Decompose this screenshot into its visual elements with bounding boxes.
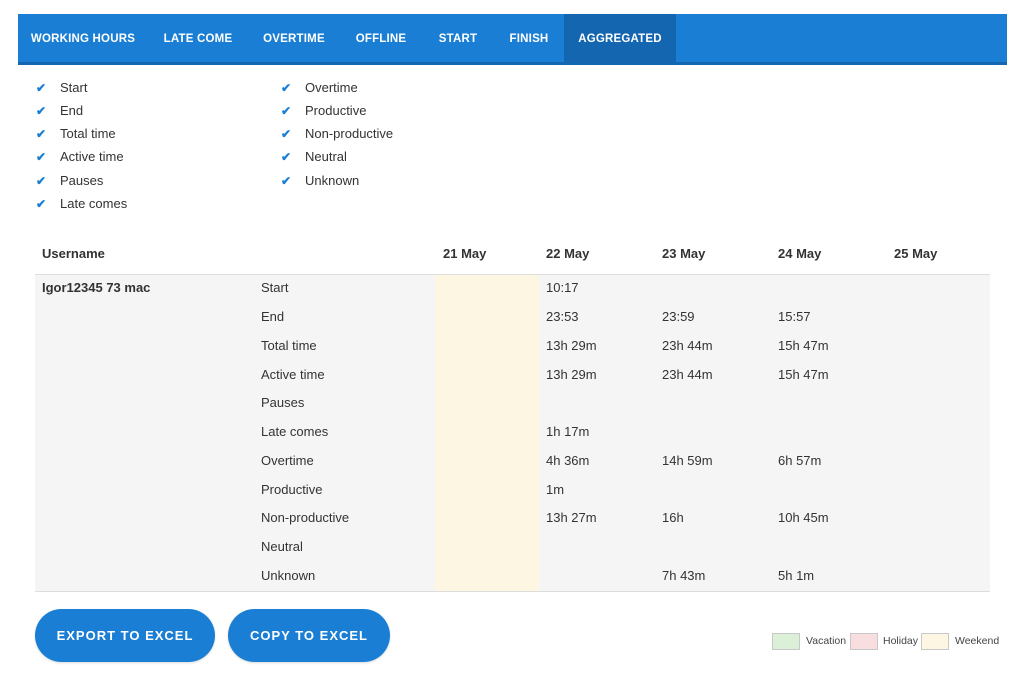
- tab-overtime[interactable]: OVERTIME: [248, 14, 340, 62]
- table-cell: 13h 29m: [546, 367, 597, 382]
- legend-label-holiday: Holiday: [883, 635, 919, 647]
- check-icon: ✔: [281, 174, 292, 188]
- table-cell: 13h 27m: [546, 510, 597, 525]
- filter-label: Productive: [305, 103, 367, 118]
- weekend-column-highlight: [435, 275, 539, 591]
- table-cell: 15h 47m: [778, 338, 829, 353]
- filter-label: Overtime: [305, 80, 358, 95]
- table-cell: 14h 59m: [662, 453, 713, 468]
- table-cell: 23:59: [662, 309, 695, 324]
- column-header-username: Username: [42, 246, 105, 261]
- table-cell: 5h 1m: [778, 568, 815, 583]
- metric-label: Productive: [261, 482, 323, 497]
- check-icon: ✔: [36, 81, 47, 95]
- legend-label-vacation: Vacation: [806, 635, 847, 647]
- filter-label: Pauses: [60, 173, 104, 188]
- metric-label: Overtime: [261, 453, 314, 468]
- table-cell: 23h 44m: [662, 367, 713, 382]
- metric-label: End: [261, 309, 285, 324]
- legend-swatch-vacation: [772, 633, 800, 650]
- check-icon: ✔: [281, 150, 292, 164]
- filter-label: Active time: [60, 149, 124, 164]
- check-icon: ✔: [36, 104, 47, 118]
- filter-label: Non-productive: [305, 126, 394, 141]
- column-header-day: 24 May: [778, 246, 822, 261]
- filter-label: Neutral: [305, 149, 347, 164]
- table-cell: 10:17: [546, 280, 579, 295]
- table-cell: 1h 17m: [546, 424, 590, 439]
- check-icon: ✔: [36, 150, 47, 164]
- column-header-day: 22 May: [546, 246, 590, 261]
- table-cell: 10h 45m: [778, 510, 829, 525]
- tab-finish[interactable]: FINISH: [494, 14, 564, 62]
- report-tabs: WORKING HOURS LATE COME OVERTIME OFFLINE…: [18, 14, 1007, 65]
- check-icon: ✔: [281, 127, 292, 141]
- legend-swatch-holiday: [850, 633, 878, 650]
- report-table-body: Igor12345 73 mac Start End Total time Ac…: [35, 275, 990, 592]
- column-header-day: 23 May: [662, 246, 706, 261]
- metric-label: Start: [261, 280, 289, 295]
- metric-label: Non-productive: [261, 510, 350, 525]
- filter-label: Unknown: [305, 173, 360, 188]
- table-cell: 1m: [546, 482, 565, 497]
- tab-aggregated[interactable]: AGGREGATED: [564, 14, 676, 62]
- filter-label: Total time: [60, 126, 116, 141]
- copy-to-excel-button[interactable]: COPY TO EXCEL: [228, 609, 390, 662]
- column-header-day: 21 May: [443, 246, 487, 261]
- table-cell: 15h 47m: [778, 367, 829, 382]
- table-cell: 7h 43m: [662, 568, 706, 583]
- username-cell: Igor12345 73 mac: [42, 280, 151, 295]
- tab-late-come[interactable]: LATE COME: [148, 14, 248, 62]
- check-icon: ✔: [281, 104, 292, 118]
- table-cell: 23:53: [546, 309, 579, 324]
- table-cell: 13h 29m: [546, 338, 597, 353]
- table-cell: 6h 57m: [778, 453, 822, 468]
- export-to-excel-button[interactable]: EXPORT TO EXCEL: [35, 609, 215, 662]
- filter-label: Late comes: [60, 196, 128, 211]
- metric-label: Late comes: [261, 424, 329, 439]
- check-icon: ✔: [36, 174, 47, 188]
- check-icon: ✔: [36, 127, 47, 141]
- metric-label: Total time: [261, 338, 317, 353]
- legend-label-weekend: Weekend: [955, 635, 1000, 647]
- table-cell: 15:57: [778, 309, 811, 324]
- legend-swatch-weekend: [921, 633, 949, 650]
- tab-working-hours[interactable]: WORKING HOURS: [18, 14, 148, 62]
- metric-label: Pauses: [261, 395, 305, 410]
- table-cell: 4h 36m: [546, 453, 590, 468]
- filter-label: End: [60, 103, 84, 118]
- table-cell: 23h 44m: [662, 338, 713, 353]
- tab-offline[interactable]: OFFLINE: [340, 14, 422, 62]
- check-icon: ✔: [36, 197, 47, 211]
- check-icon: ✔: [281, 81, 292, 95]
- column-header-day: 25 May: [894, 246, 938, 261]
- table-cell: 16h: [662, 510, 684, 525]
- filter-label: Start: [60, 80, 88, 95]
- metric-label: Active time: [261, 367, 325, 382]
- metric-label: Unknown: [261, 568, 316, 583]
- metric-label: Neutral: [261, 539, 303, 554]
- tab-start[interactable]: START: [422, 14, 494, 62]
